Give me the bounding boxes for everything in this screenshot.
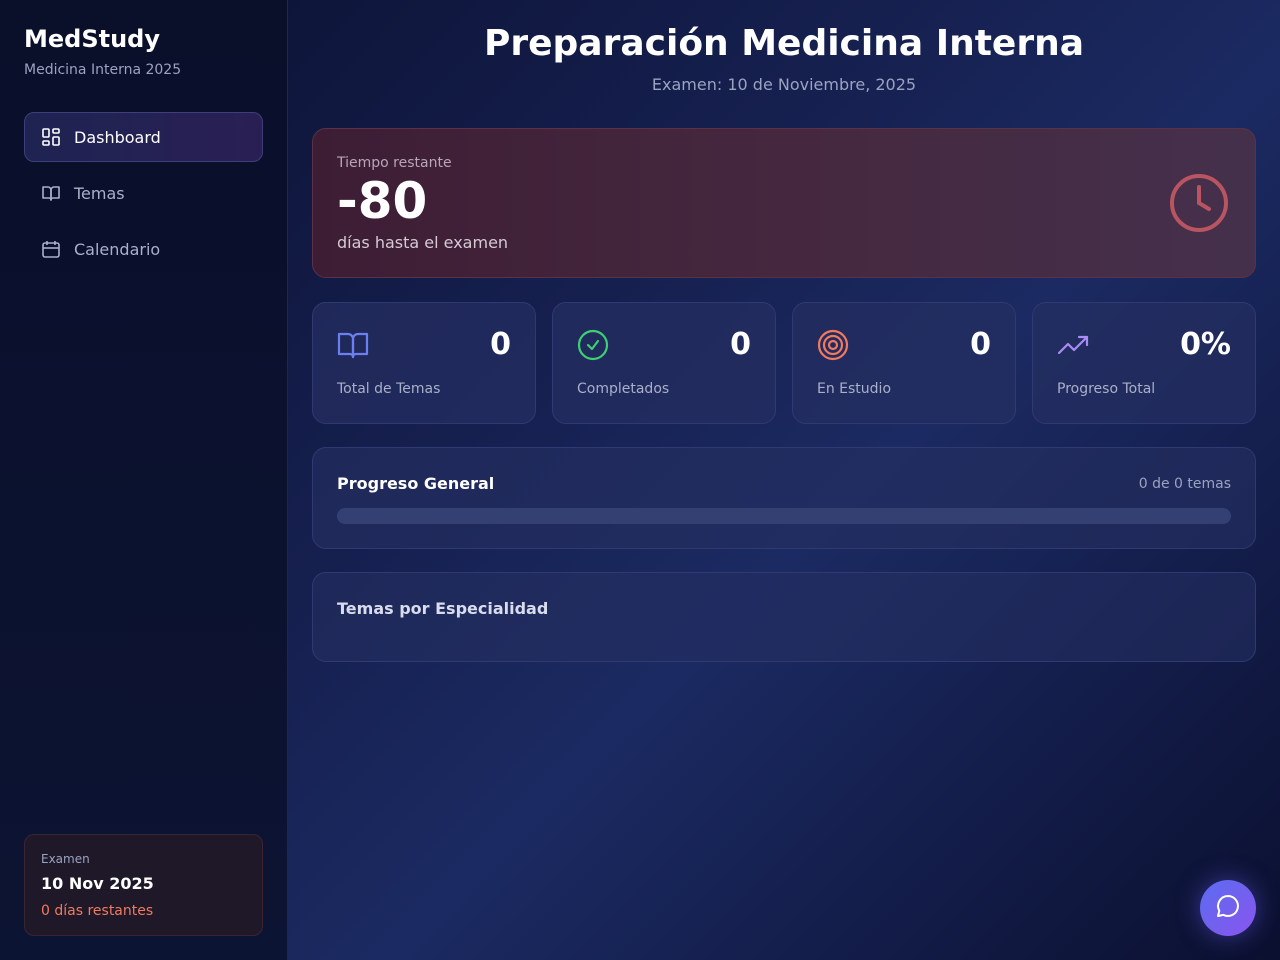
chat-icon [1215,893,1241,923]
countdown-label: Tiempo restante [337,155,452,171]
sidebar-item-label: Dashboard [74,127,161,147]
page-subtitle: Examen: 10 de Noviembre, 2025 [651,75,917,94]
specialties-title: Temas por Especialidad [337,599,549,618]
dashboard-icon [41,127,61,147]
check-circle-icon [577,329,609,361]
exam-card-date: 10 Nov 2025 [41,874,154,893]
book-icon [41,183,61,203]
exam-card-remaining: 0 días restantes [41,903,154,919]
exam-card-label: Examen [41,852,90,866]
sidebar-item-label: Temas [74,183,125,203]
sidebar-item-calendario[interactable]: Calendario [24,224,263,274]
chat-button[interactable] [1200,880,1256,936]
stat-value: 0 [730,327,751,362]
sidebar-item-dashboard[interactable]: Dashboard [24,112,263,162]
specialties-card: Temas por Especialidad [312,572,1256,662]
exam-date-card: Examen 10 Nov 2025 0 días restantes [24,834,263,936]
stat-label: Progreso Total [1057,381,1156,397]
brand-title: MedStudy [24,25,161,53]
progress-bar [337,508,1231,524]
stat-card-completed: 0 Completados [552,302,776,424]
clock-icon [1169,173,1229,233]
progress-count: 0 de 0 temas [1138,476,1231,492]
stat-value: 0 [490,327,511,362]
countdown-text: días hasta el examen [337,233,509,252]
trending-up-icon [1057,329,1089,361]
target-icon [817,329,849,361]
main-content: Preparación Medicina Interna Examen: 10 … [312,0,1256,662]
stat-label: Completados [577,381,670,397]
page-title: Preparación Medicina Interna [483,23,1085,64]
countdown-card: Tiempo restante -80 días hasta el examen [312,128,1256,278]
stat-label: En Estudio [817,381,892,397]
stat-card-total: 0 Total de Temas [312,302,536,424]
countdown-value: -80 [337,172,428,230]
sidebar-item-label: Calendario [74,239,161,259]
stat-value: 0% [1180,327,1231,362]
general-progress-card: Progreso General 0 de 0 temas [312,447,1256,549]
calendar-icon [41,239,61,259]
sidebar: MedStudy Medicina Interna 2025 Dashboard… [0,0,288,960]
stat-card-studying: 0 En Estudio [792,302,1016,424]
stat-card-progress: 0% Progreso Total [1032,302,1256,424]
brand-subtitle: Medicina Interna 2025 [24,62,182,78]
book-open-icon [337,329,369,361]
stats-row: 0 Total de Temas 0 Completados 0 En Estu… [312,302,1256,424]
stat-label: Total de Temas [337,381,441,397]
sidebar-nav: Dashboard Temas Calendario [24,112,263,280]
stat-value: 0 [970,327,991,362]
sidebar-item-temas[interactable]: Temas [24,168,263,218]
progress-title: Progreso General [337,474,495,493]
